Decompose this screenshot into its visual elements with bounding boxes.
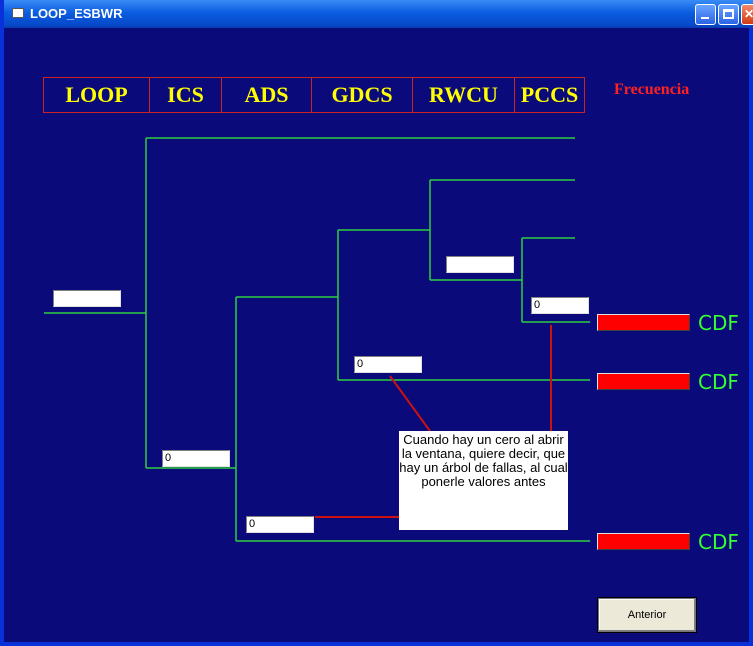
cdf-value-1[interactable] — [597, 314, 690, 331]
cdf-value-2[interactable] — [597, 373, 690, 390]
ads-field[interactable]: 0 — [246, 516, 314, 533]
gdcs-field[interactable]: 0 — [354, 356, 422, 373]
pccs-field[interactable]: 0 — [531, 297, 589, 314]
cdf-label-3: CDF — [698, 530, 739, 554]
callout-gdcs — [389, 375, 431, 432]
ics-field[interactable]: 0 — [162, 450, 230, 467]
loop-frequency-field[interactable] — [53, 290, 121, 307]
info-note: Cuando hay un cero al abrir la ventana, … — [399, 431, 568, 530]
cdf-label-2: CDF — [698, 370, 739, 394]
rwcu-field[interactable] — [446, 256, 514, 273]
back-button[interactable]: Anterior — [597, 597, 697, 633]
cdf-value-3[interactable] — [597, 533, 690, 550]
cdf-label-1: CDF — [698, 311, 739, 335]
